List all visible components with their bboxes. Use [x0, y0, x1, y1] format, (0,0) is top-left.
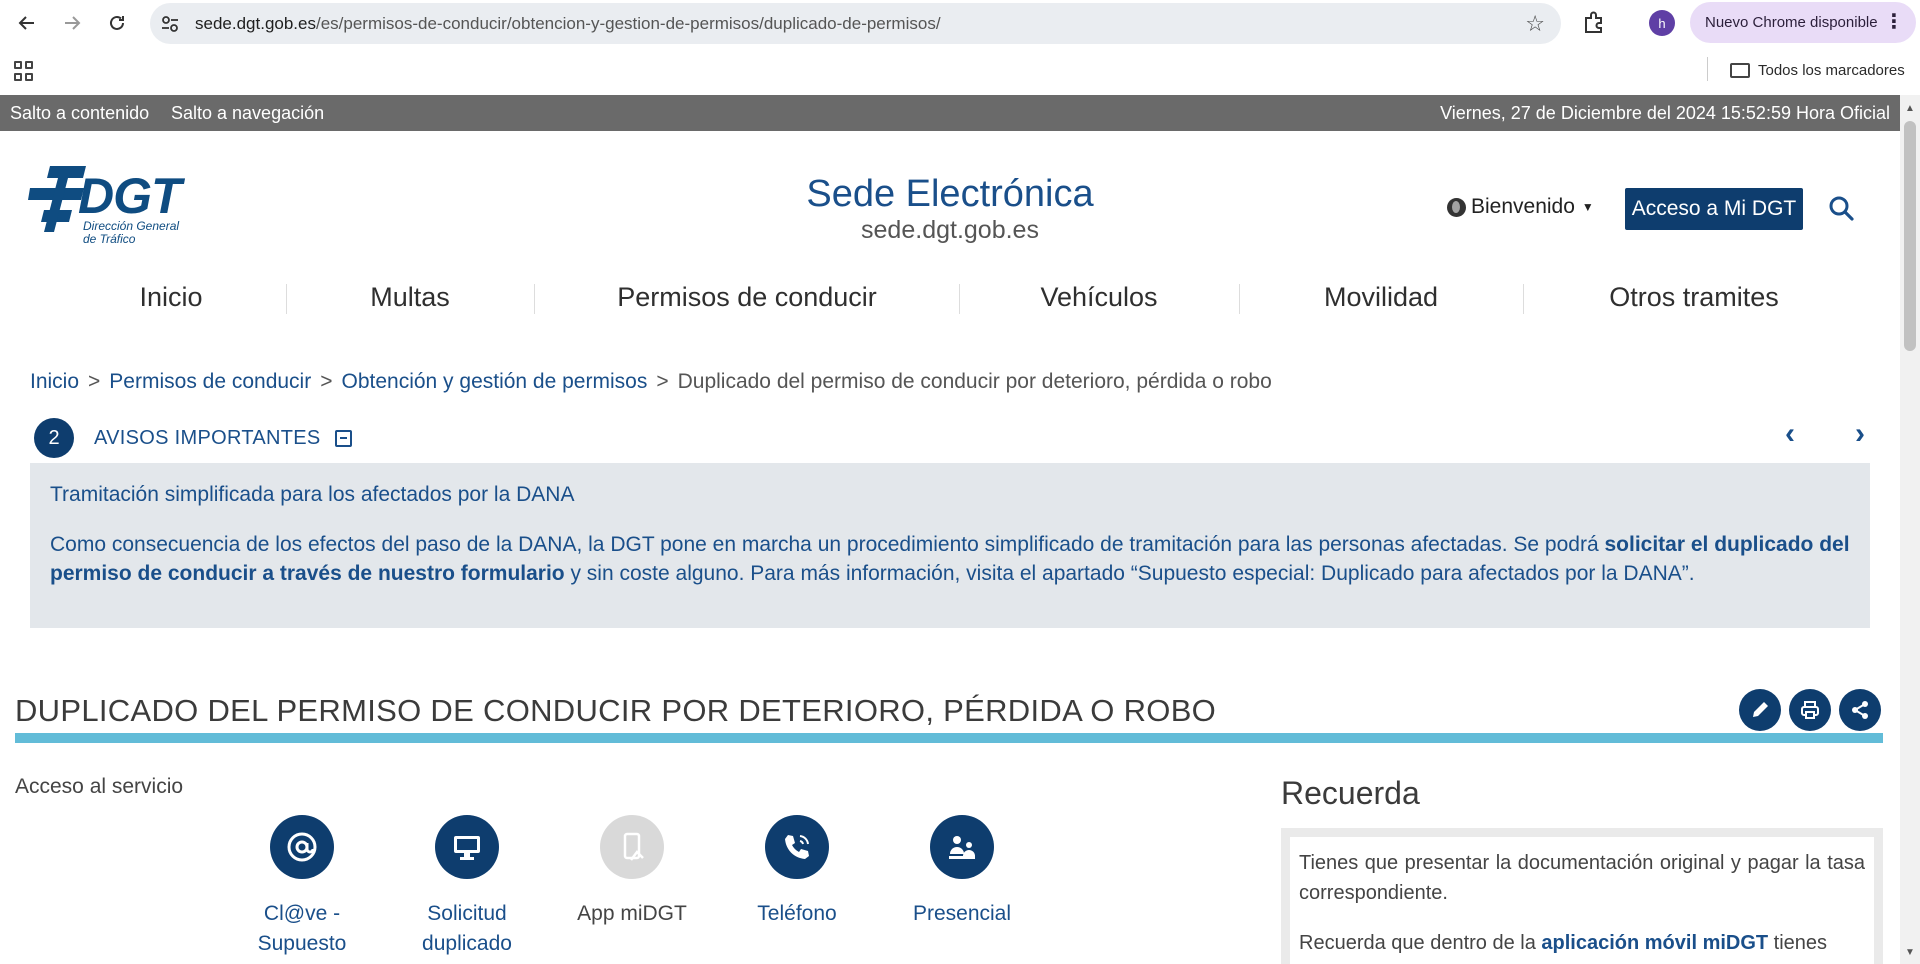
share-icon	[1852, 701, 1868, 719]
service-app-label: App miDGT	[577, 902, 687, 925]
notices-title: AVISOS IMPORTANTES	[94, 426, 321, 449]
url-text: sede.dgt.gob.es/es/permisos-de-conducir/…	[195, 14, 941, 33]
browser-toolbar: sede.dgt.gob.es/es/permisos-de-conducir/…	[0, 0, 1920, 46]
scrollbar-thumb[interactable]	[1904, 121, 1916, 351]
mobile-app-icon	[600, 815, 664, 879]
title-underline-bar	[15, 733, 1883, 743]
breadcrumb-link-permisos[interactable]: Permisos de conducir	[109, 370, 311, 393]
breadcrumb: Inicio > Permisos de conducir > Obtención y …	[30, 370, 1272, 394]
access-service-label: Acceso al servicio	[15, 775, 184, 798]
midgt-app-link[interactable]: aplicación móvil miDGT	[1541, 932, 1768, 954]
at-icon	[270, 815, 334, 879]
nav-divider	[534, 284, 535, 314]
breadcrumb-separator: >	[320, 370, 333, 393]
web-page: Salto a contenido Salto a navegación Vie…	[0, 95, 1900, 964]
nav-divider	[1523, 284, 1524, 314]
service-presencial[interactable]: Presencial	[897, 815, 1027, 929]
page-scrollbar[interactable]: ▲ ▼	[1900, 95, 1920, 964]
globe-icon	[1447, 197, 1466, 217]
site-subtitle: sede.dgt.gob.es	[861, 216, 1039, 244]
reload-icon[interactable]	[102, 8, 132, 38]
service-telefono[interactable]: Teléfono	[732, 815, 862, 929]
extensions-icon[interactable]	[1580, 9, 1608, 37]
recuerda-box: Tienes que presentar la documentación or…	[1281, 828, 1883, 964]
welcome-label: Bienvenido	[1471, 195, 1575, 218]
all-bookmarks-label: Todos los marcadores	[1758, 61, 1905, 79]
notice-title: Tramitación simplificada para los afecta…	[50, 483, 575, 506]
recuerda-title: Recuerda	[1281, 775, 1420, 811]
edit-button[interactable]	[1739, 689, 1781, 731]
scroll-down-icon[interactable]: ▼	[1905, 947, 1915, 958]
address-bar[interactable]: sede.dgt.gob.es/es/permisos-de-conducir/…	[150, 3, 1561, 44]
nav-item-inicio[interactable]: Inicio	[139, 282, 202, 313]
notices-count-badge: 2	[34, 418, 74, 458]
chrome-update-button[interactable]: Nuevo Chrome disponible ⋮	[1690, 2, 1916, 43]
search-icon[interactable]	[1828, 195, 1854, 221]
main-navigation: Inicio Multas Permisos de conducir Vehíc…	[0, 270, 1900, 320]
share-button[interactable]	[1839, 689, 1881, 731]
nav-item-otros[interactable]: Otros tramites	[1609, 282, 1779, 313]
breadcrumb-link-obtencion[interactable]: Obtención y gestión de permisos	[341, 370, 647, 393]
bookmark-star-icon[interactable]: ☆	[1525, 11, 1545, 37]
forward-icon[interactable]	[57, 8, 87, 38]
service-telefono-label: Teléfono	[757, 902, 837, 925]
nav-divider	[286, 284, 287, 314]
notice-card: Tramitación simplificada para los afecta…	[30, 463, 1870, 628]
welcome-dropdown[interactable]: Bienvenido ▼	[1447, 195, 1594, 219]
folder-icon	[1730, 62, 1750, 78]
bookmarks-bar: Todos los marcadores	[0, 46, 1920, 95]
service-clave[interactable]: Cl@ve - Supuesto	[237, 815, 367, 959]
collapse-icon[interactable]	[334, 429, 352, 447]
notices-header: 2 AVISOS IMPORTANTES	[34, 418, 352, 458]
accessibility-bar: Salto a contenido Salto a navegación Vie…	[0, 95, 1900, 131]
caret-down-icon: ▼	[1581, 200, 1594, 214]
nav-item-multas[interactable]: Multas	[370, 282, 450, 313]
apps-grid-icon[interactable]	[14, 61, 34, 81]
official-datetime: Viernes, 27 de Diciembre del 2024 15:52:…	[1440, 103, 1890, 123]
printer-icon	[1801, 701, 1819, 719]
nav-divider	[959, 284, 960, 314]
login-button[interactable]: Acceso a Mi DGT	[1625, 188, 1803, 230]
site-info-icon[interactable]	[160, 14, 180, 34]
recuerda-paragraph-2: Recuerda que dentro de la aplicación móv…	[1299, 932, 1828, 954]
back-icon[interactable]	[12, 8, 42, 38]
service-solicitud-label: Solicitudduplicado para	[422, 902, 512, 964]
notice-text: Como consecuencia de los efectos del pas…	[50, 533, 1850, 585]
profile-avatar[interactable]: h	[1649, 10, 1675, 36]
nav-divider	[1239, 284, 1240, 314]
breadcrumb-link-inicio[interactable]: Inicio	[30, 370, 79, 393]
breadcrumb-current: Duplicado del permiso de conducir por de…	[677, 370, 1272, 393]
bookmarks-separator	[1707, 57, 1708, 81]
nav-item-vehiculos[interactable]: Vehículos	[1040, 282, 1157, 313]
pencil-icon	[1753, 702, 1768, 717]
breadcrumb-separator: >	[88, 370, 101, 393]
breadcrumb-separator: >	[656, 370, 669, 393]
chevron-left-icon[interactable]: ‹	[1785, 417, 1795, 451]
menu-dots-icon[interactable]: ⋮	[1884, 9, 1904, 34]
page-title: DUPLICADO DEL PERMISO DE CONDUCIR POR DE…	[15, 693, 1217, 728]
nav-item-permisos[interactable]: Permisos de conducir	[617, 282, 877, 313]
service-presencial-label: Presencial	[912, 902, 1012, 925]
site-title: Sede Electrónica	[806, 173, 1094, 215]
skip-to-nav-link[interactable]: Salto a navegación	[171, 103, 324, 124]
skip-to-content-link[interactable]: Salto a contenido	[10, 103, 149, 124]
service-clave-label: Cl@ve - Supuesto	[257, 902, 347, 955]
nav-item-movilidad[interactable]: Movilidad	[1324, 282, 1438, 313]
print-button[interactable]	[1789, 689, 1831, 731]
all-bookmarks-button[interactable]: Todos los marcadores	[1720, 55, 1915, 85]
recuerda-paragraph-1: Tienes que presentar la documentación or…	[1299, 852, 1865, 904]
service-app-midgt[interactable]: App miDGT	[567, 815, 697, 929]
phone-icon	[765, 815, 829, 879]
in-person-icon	[930, 815, 994, 879]
service-solicitud[interactable]: Solicitudduplicado para	[402, 815, 532, 964]
monitor-icon	[435, 815, 499, 879]
update-label: Nuevo Chrome disponible	[1705, 14, 1878, 31]
chevron-right-icon[interactable]: ›	[1855, 417, 1865, 451]
scroll-up-icon[interactable]: ▲	[1905, 103, 1915, 114]
